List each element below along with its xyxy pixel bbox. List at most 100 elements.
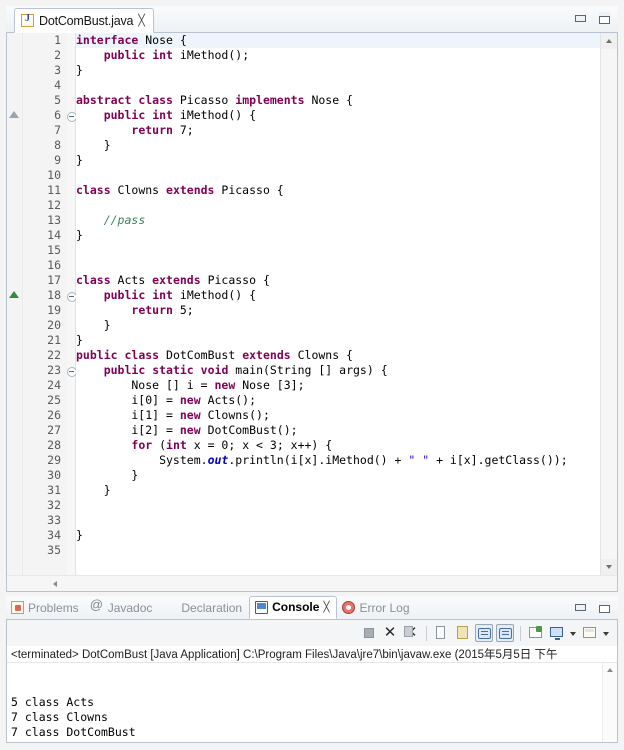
console-line: 5 class Acts bbox=[11, 695, 613, 710]
scroll-lock-button[interactable] bbox=[454, 624, 472, 642]
display-console-dropdown[interactable] bbox=[569, 624, 578, 642]
display-selected-console-button[interactable] bbox=[548, 624, 566, 642]
console-vertical-scrollbar[interactable] bbox=[602, 663, 617, 742]
line-number: 21 bbox=[23, 333, 67, 348]
marker-slot bbox=[7, 228, 22, 243]
code-line bbox=[76, 258, 600, 273]
maximize-icon[interactable] bbox=[597, 11, 612, 25]
code-line: class Clowns extends Picasso { bbox=[76, 183, 600, 198]
marker-slot bbox=[7, 273, 22, 288]
marker-slot bbox=[7, 318, 22, 333]
line-number: 3 bbox=[23, 63, 67, 78]
marker-slot bbox=[7, 438, 22, 453]
line-number: 34 bbox=[23, 528, 67, 543]
line-number: 10 bbox=[23, 168, 67, 183]
scroll-down-icon[interactable] bbox=[601, 559, 617, 575]
minimize-icon[interactable] bbox=[573, 600, 588, 614]
marker-slot bbox=[7, 33, 22, 48]
editor-vertical-scrollbar[interactable] bbox=[600, 33, 617, 575]
code-line: System.out.println(i[x].iMethod() + " " … bbox=[76, 453, 600, 468]
tab-declaration[interactable]: Declaration bbox=[159, 597, 249, 619]
line-number: 11 bbox=[23, 183, 67, 198]
marker-bar[interactable] bbox=[7, 33, 23, 575]
line-number: 14 bbox=[23, 228, 67, 243]
marker-slot bbox=[7, 78, 22, 93]
line-number: 32 bbox=[23, 498, 67, 513]
fold-slot bbox=[67, 198, 75, 213]
scroll-up-icon[interactable] bbox=[603, 663, 617, 677]
close-icon[interactable]: ╳ bbox=[138, 15, 145, 26]
console-tab-row: ProblemsJavadocDeclaration Console ╳ Error … bbox=[6, 596, 618, 620]
marker-slot bbox=[7, 123, 22, 138]
terminate-button[interactable] bbox=[360, 624, 378, 642]
line-number: 27 bbox=[23, 423, 67, 438]
fold-slot bbox=[67, 348, 75, 363]
remove-all-launches-button[interactable]: ✕ bbox=[402, 624, 420, 642]
clear-console-button[interactable] bbox=[433, 624, 451, 642]
code-line: public int iMethod(); bbox=[76, 48, 600, 63]
close-icon[interactable]: ╳ bbox=[323, 602, 329, 613]
code-line: class Acts extends Picasso { bbox=[76, 273, 600, 288]
line-number: 12 bbox=[23, 198, 67, 213]
show-console-on-output-button[interactable] bbox=[475, 624, 493, 642]
code-line: } bbox=[76, 138, 600, 153]
line-number: 29 bbox=[23, 453, 67, 468]
fold-slot bbox=[67, 48, 75, 63]
code-line: for (int x = 0; x < 3; x++) { bbox=[76, 438, 600, 453]
editor-horizontal-scrollbar[interactable] bbox=[7, 575, 617, 591]
open-console-button[interactable] bbox=[581, 624, 599, 642]
override-marker-icon[interactable] bbox=[7, 288, 22, 303]
code-line: public int iMethod() { bbox=[76, 288, 600, 303]
code-editor[interactable]: 1234567891011121314151617181920212223242… bbox=[6, 33, 618, 592]
fold-slot bbox=[67, 423, 75, 438]
marker-slot bbox=[7, 498, 22, 513]
code-line: } bbox=[76, 468, 600, 483]
fold-slot bbox=[67, 153, 75, 168]
show-console-on-error-button[interactable] bbox=[496, 624, 514, 642]
fold-slot bbox=[67, 438, 75, 453]
code-line: } bbox=[76, 333, 600, 348]
tab-problems[interactable]: Problems bbox=[6, 597, 86, 619]
javadoc-icon bbox=[91, 601, 104, 614]
open-console-dropdown[interactable] bbox=[602, 624, 611, 642]
tab-javadoc[interactable]: Javadoc bbox=[86, 597, 160, 619]
fold-toggle-icon[interactable] bbox=[67, 288, 75, 303]
fold-slot bbox=[67, 168, 75, 183]
fold-slot bbox=[67, 138, 75, 153]
fold-toggle-icon[interactable] bbox=[67, 108, 75, 123]
editor-tab-dotcombust[interactable]: DotComBust.java ╳ bbox=[14, 8, 154, 33]
pin-console-button[interactable] bbox=[527, 624, 545, 642]
tab-label: Console bbox=[272, 600, 319, 614]
line-number: 13 bbox=[23, 213, 67, 228]
marker-slot bbox=[7, 48, 22, 63]
scroll-up-icon[interactable] bbox=[601, 33, 617, 49]
fold-slot bbox=[67, 93, 75, 108]
marker-slot bbox=[7, 408, 22, 423]
code-line: Nose [] i = new Nose [3]; bbox=[76, 378, 600, 393]
scroll-left-icon[interactable] bbox=[47, 576, 63, 592]
code-line: public class DotComBust extends Clowns { bbox=[76, 348, 600, 363]
marker-slot bbox=[7, 348, 22, 363]
folding-column[interactable] bbox=[67, 33, 76, 575]
remove-launch-button[interactable]: ✕ bbox=[381, 624, 399, 642]
line-number: 17 bbox=[23, 273, 67, 288]
maximize-icon[interactable] bbox=[597, 600, 612, 614]
code-line bbox=[76, 243, 600, 258]
fold-slot bbox=[67, 33, 75, 48]
console-part: ProblemsJavadocDeclaration Console ╳ Error … bbox=[6, 596, 618, 744]
override-marker-icon[interactable] bbox=[7, 108, 22, 123]
code-line bbox=[76, 498, 600, 513]
fold-toggle-icon[interactable] bbox=[67, 363, 75, 378]
code-line: abstract class Picasso implements Nose { bbox=[76, 93, 600, 108]
tab-error-log[interactable]: Error Log bbox=[337, 597, 416, 619]
tab-console[interactable]: Console ╳ bbox=[249, 596, 337, 619]
code-text-area[interactable]: interface Nose { public int iMethod();} … bbox=[76, 33, 600, 575]
console-icon bbox=[255, 601, 268, 614]
eclipse-workbench: DotComBust.java ╳ 1234567891011121314151… bbox=[0, 0, 624, 750]
line-number: 7 bbox=[23, 123, 67, 138]
console-window-buttons bbox=[573, 600, 612, 614]
fold-slot bbox=[67, 513, 75, 528]
console-output-area[interactable]: <terminated> DotComBust [Java Applicatio… bbox=[6, 646, 618, 743]
fold-slot bbox=[67, 213, 75, 228]
minimize-icon[interactable] bbox=[573, 11, 588, 25]
